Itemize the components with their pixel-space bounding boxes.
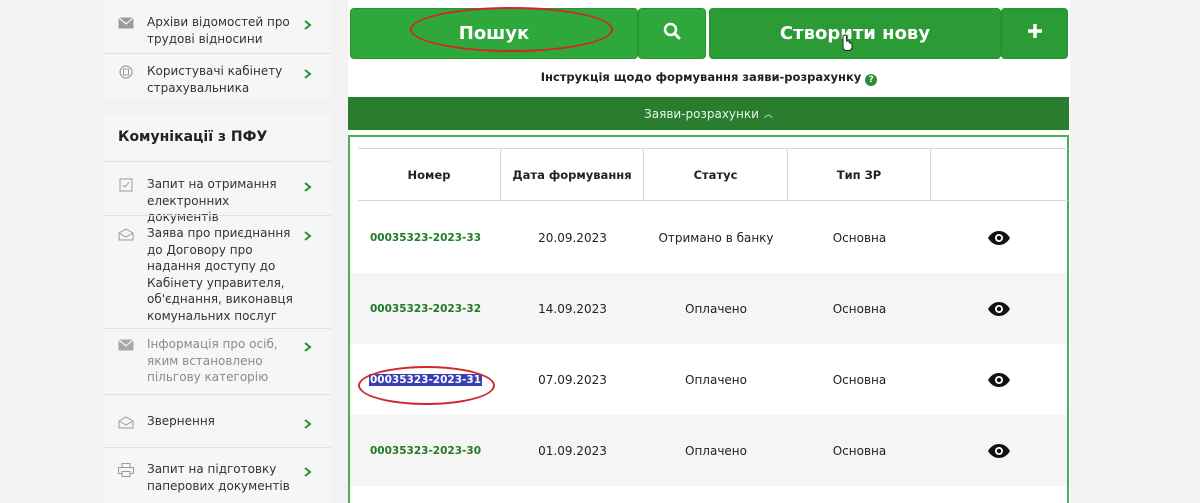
sidebar-item-label: Заява про приєднання до Договору про над…: [147, 226, 293, 323]
chevron-right-icon: [303, 16, 313, 30]
eye-icon: [988, 372, 1010, 387]
view-button[interactable]: [931, 202, 1067, 273]
envelope-icon: [118, 338, 134, 352]
date-cell: 20.09.2023: [538, 230, 607, 245]
type-cell: Основна: [832, 372, 887, 387]
date-cell: 14.09.2023: [538, 301, 607, 316]
table-row: 00035323-2023-33 20.09.2023 Отримано в б…: [350, 202, 1067, 273]
sidebar-communications-card: Комунікації з ПФУ Запит на отримання еле…: [104, 114, 331, 503]
sidebar-item-request-docs[interactable]: Запит на отримання електронних документі…: [104, 176, 331, 226]
chevron-right-icon: [303, 338, 313, 352]
divider: [104, 53, 331, 54]
chevron-right-icon: [303, 227, 313, 241]
envelope-open-icon: [118, 415, 134, 429]
eye-icon: [988, 230, 1010, 245]
eye-icon: [988, 443, 1010, 458]
chevron-right-icon: [303, 65, 313, 79]
application-number-link[interactable]: 00035323-2023-33: [350, 202, 501, 273]
sidebar: Архіви відомостей про трудові відносини …: [104, 0, 331, 503]
status-cell: Оплачено: [685, 443, 747, 458]
chevron-up-icon: ︿: [763, 110, 773, 120]
instruction-link[interactable]: Інструкція щодо формування заяви-розраху…: [348, 70, 1070, 86]
type-cell: Основна: [832, 301, 887, 316]
eye-icon: [988, 301, 1010, 316]
column-header: Дата формування: [501, 149, 644, 200]
table-row: 00035323-2023-32 14.09.2023 Оплачено Осн…: [350, 273, 1067, 344]
section-title: Комунікації з ПФУ: [118, 129, 268, 145]
envelope-icon: [118, 16, 134, 30]
chevron-right-icon: [303, 463, 313, 477]
section-title: Заяви-розрахунки: [644, 106, 759, 121]
view-button[interactable]: [931, 273, 1067, 344]
sidebar-item-agreement[interactable]: Заява про приєднання до Договору про над…: [104, 225, 331, 324]
divider: [104, 328, 331, 329]
divider: [104, 215, 331, 216]
column-header: Статус: [644, 149, 788, 200]
sidebar-item-label: Звернення: [147, 414, 215, 428]
highlight-ellipse: [410, 7, 613, 52]
add-button[interactable]: [1001, 8, 1068, 59]
hand-cursor-icon: [842, 34, 853, 51]
sidebar-item-benefits[interactable]: Інформація про осіб, яким встановлено пі…: [104, 336, 331, 386]
status-cell: Оплачено: [685, 301, 747, 316]
applications-table: Номер Дата формування Статус Тип ЗР 0003…: [348, 135, 1069, 503]
section-toggle[interactable]: Заяви-розрахунки ︿: [348, 97, 1069, 130]
divider: [104, 447, 331, 448]
status-cell: Оплачено: [685, 372, 747, 387]
chevron-right-icon: [303, 415, 313, 429]
application-number-link[interactable]: 00035323-2023-30: [350, 415, 501, 486]
sidebar-item-archives[interactable]: Архіви відомостей про трудові відносини: [104, 14, 331, 47]
date-cell: 01.09.2023: [538, 443, 607, 458]
instruction-text: Інструкція щодо формування заяви-розраху…: [540, 70, 862, 84]
sidebar-item-label: Архіви відомостей про трудові відносини: [147, 15, 290, 46]
sidebar-item-appeals[interactable]: Звернення: [104, 413, 331, 430]
column-header: [931, 149, 1068, 200]
view-button[interactable]: [931, 415, 1067, 486]
column-header: Тип ЗР: [788, 149, 931, 200]
sidebar-item-label: Користувачі кабінету страхувальника: [147, 64, 283, 95]
sidebar-item-label: Інформація про осіб, яким встановлено пі…: [147, 337, 278, 384]
printer-icon: [118, 463, 134, 477]
sidebar-item-label: Запит на підготовку паперових документів: [147, 462, 290, 493]
type-cell: Основна: [832, 443, 887, 458]
envelope-open-icon: [118, 227, 134, 241]
table-row: 00035323-2023-31 07.09.2023 Оплачено Осн…: [350, 344, 1067, 415]
sidebar-item-label: Запит на отримання електронних документі…: [147, 177, 277, 224]
help-icon[interactable]: ?: [865, 74, 878, 86]
document-circle-icon: [118, 65, 134, 79]
application-number-link[interactable]: 00035323-2023-32: [350, 273, 501, 344]
search-icon: [663, 22, 681, 45]
document-check-icon: [118, 178, 134, 192]
sidebar-item-users[interactable]: Користувачі кабінету страхувальника: [104, 63, 331, 96]
main-panel: Пошук Створити нову Інструкція щодо форм…: [348, 0, 1070, 503]
highlight-ellipse: [358, 366, 495, 405]
date-cell: 07.09.2023: [538, 372, 607, 387]
table-row: 00035323-2023-30 01.09.2023 Оплачено Осн…: [350, 415, 1067, 486]
sidebar-item-paper-docs[interactable]: Запит на підготовку паперових документів: [104, 461, 331, 494]
type-cell: Основна: [832, 230, 887, 245]
divider: [104, 394, 331, 395]
create-new-button[interactable]: Створити нову: [709, 8, 1001, 59]
sidebar-top-card: Архіви відомостей про трудові відносини …: [104, 0, 331, 98]
search-icon-button[interactable]: [638, 8, 706, 59]
plus-icon: [1027, 23, 1043, 44]
column-header: Номер: [358, 149, 501, 200]
divider: [104, 161, 331, 162]
table-header: Номер Дата формування Статус Тип ЗР: [358, 148, 1068, 201]
status-cell: Отримано в банку: [658, 230, 774, 245]
view-button[interactable]: [931, 344, 1067, 415]
chevron-right-icon: [303, 178, 313, 192]
